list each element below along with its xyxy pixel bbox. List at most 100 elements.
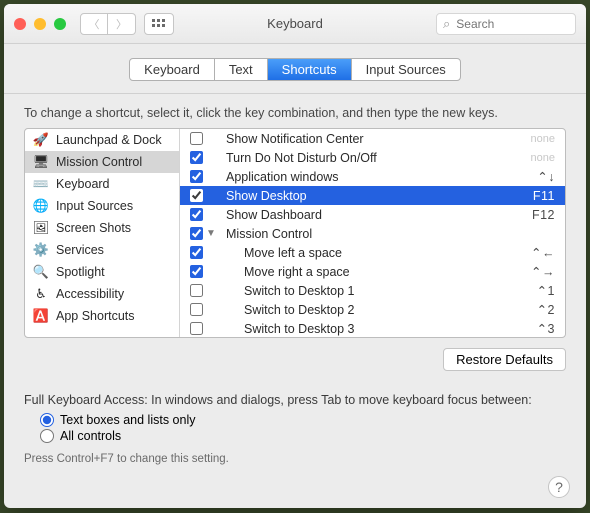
fka-radio[interactable] xyxy=(40,429,54,443)
shortcut-key[interactable]: F12 xyxy=(532,208,555,222)
shortcut-label: Move left a space xyxy=(220,246,531,260)
category-spotlight[interactable]: 🔍 Spotlight xyxy=(25,261,179,283)
shortcut-list[interactable]: Show Notification CenternoneTurn Do Not … xyxy=(180,129,565,337)
shortcut-checkbox[interactable] xyxy=(190,284,203,297)
shortcut-checkbox[interactable] xyxy=(190,227,203,240)
fka-option[interactable]: All controls xyxy=(40,429,566,443)
category-icon: 🖥 xyxy=(33,154,49,170)
shortcut-checkbox[interactable] xyxy=(190,189,203,202)
shortcut-checkbox[interactable] xyxy=(190,322,203,335)
window-controls xyxy=(14,18,66,30)
fka-option-label: All controls xyxy=(60,429,121,443)
shortcut-label: Switch to Desktop 3 xyxy=(220,322,537,336)
back-button[interactable]: 〈 xyxy=(80,13,108,35)
tab-shortcuts[interactable]: Shortcuts xyxy=(268,59,352,80)
zoom-button[interactable] xyxy=(54,18,66,30)
close-button[interactable] xyxy=(14,18,26,30)
category-input-sources[interactable]: 🌐 Input Sources xyxy=(25,195,179,217)
shortcut-checkbox[interactable] xyxy=(190,151,203,164)
shortcut-checkbox[interactable] xyxy=(190,303,203,316)
shortcut-row[interactable]: ▼Mission Control xyxy=(180,224,565,243)
titlebar: 〈 〉 Keyboard ⌕ xyxy=(4,4,586,44)
preferences-window: 〈 〉 Keyboard ⌕ KeyboardTextShortcutsInpu… xyxy=(4,4,586,508)
grid-icon xyxy=(152,19,166,29)
shortcut-checkbox[interactable] xyxy=(190,265,203,278)
tabs: KeyboardTextShortcutsInput Sources xyxy=(4,44,586,94)
full-keyboard-access-label: Full Keyboard Access: In windows and dia… xyxy=(24,393,566,407)
shortcut-key[interactable]: ⌃1 xyxy=(537,283,555,298)
shortcut-key[interactable]: ⌃↓ xyxy=(537,169,555,184)
tab-keyboard[interactable]: Keyboard xyxy=(130,59,215,80)
category-services[interactable]: ⚙️ Services xyxy=(25,239,179,261)
shortcut-label: Show Dashboard xyxy=(220,208,532,222)
fka-option-label: Text boxes and lists only xyxy=(60,413,196,427)
category-label: Mission Control xyxy=(56,155,142,169)
shortcut-ghost: none xyxy=(531,133,555,145)
shortcut-label: Show Desktop xyxy=(220,189,533,203)
category-keyboard[interactable]: ⌨️ Keyboard xyxy=(25,173,179,195)
category-icon: 🖼 xyxy=(33,220,49,236)
shortcut-key[interactable]: ⌃→ xyxy=(531,264,555,279)
shortcut-label: Switch to Desktop 1 xyxy=(220,284,537,298)
shortcut-ghost: none xyxy=(531,152,555,164)
shortcut-label: Mission Control xyxy=(220,227,555,241)
shortcut-label: Move right a space xyxy=(220,265,531,279)
category-icon: ⌨️ xyxy=(33,176,49,192)
category-list[interactable]: 🚀 Launchpad & Dock 🖥 Mission Control ⌨️ Keybo… xyxy=(25,129,180,337)
disclosure-icon: ▼ xyxy=(206,228,220,239)
category-label: Input Sources xyxy=(56,199,133,213)
shortcut-checkbox[interactable] xyxy=(190,246,203,259)
shortcut-row[interactable]: Show Notification Centernone xyxy=(180,129,565,148)
help-button[interactable]: ? xyxy=(548,476,570,498)
show-all-button[interactable] xyxy=(144,13,174,35)
shortcut-checkbox[interactable] xyxy=(190,170,203,183)
search-field[interactable]: ⌕ xyxy=(436,13,576,35)
category-label: Keyboard xyxy=(56,177,110,191)
category-label: App Shortcuts xyxy=(56,309,135,323)
category-icon: 🅰️ xyxy=(33,308,49,324)
minimize-button[interactable] xyxy=(34,18,46,30)
restore-defaults-button[interactable]: Restore Defaults xyxy=(443,348,566,371)
category-icon: ⚙️ xyxy=(33,242,49,258)
shortcut-row[interactable]: Move left a space⌃← xyxy=(180,243,565,262)
category-app-shortcuts[interactable]: 🅰️ App Shortcuts xyxy=(25,305,179,327)
tab-input-sources[interactable]: Input Sources xyxy=(352,59,460,80)
shortcut-checkbox[interactable] xyxy=(190,132,203,145)
category-screen-shots[interactable]: 🖼 Screen Shots xyxy=(25,217,179,239)
shortcut-key[interactable]: ⌃2 xyxy=(537,302,555,317)
shortcut-label: Switch to Desktop 2 xyxy=(220,303,537,317)
category-mission-control[interactable]: 🖥 Mission Control xyxy=(25,151,179,173)
shortcut-key[interactable]: ⌃3 xyxy=(537,321,555,336)
shortcut-row[interactable]: Application windows⌃↓ xyxy=(180,167,565,186)
category-icon: ♿︎ xyxy=(33,286,49,302)
shortcut-key[interactable]: F11 xyxy=(533,189,555,203)
shortcut-row[interactable]: Show DesktopF11 xyxy=(180,186,565,205)
shortcut-row[interactable]: Show DashboardF12 xyxy=(180,205,565,224)
shortcut-row[interactable]: Switch to Desktop 3⌃3 xyxy=(180,319,565,337)
fka-radio[interactable] xyxy=(40,413,54,427)
fka-hint: Press Control+F7 to change this setting. xyxy=(24,453,566,465)
category-icon: 🔍 xyxy=(33,264,49,280)
tab-text[interactable]: Text xyxy=(215,59,268,80)
shortcut-row[interactable]: Switch to Desktop 2⌃2 xyxy=(180,300,565,319)
category-icon: 🚀 xyxy=(33,132,49,148)
category-label: Spotlight xyxy=(56,265,105,279)
fka-options: Text boxes and lists only All controls xyxy=(40,413,566,445)
shortcut-key[interactable]: ⌃← xyxy=(531,245,555,260)
shortcut-label: Application windows xyxy=(220,170,537,184)
shortcut-checkbox[interactable] xyxy=(190,208,203,221)
category-label: Services xyxy=(56,243,104,257)
shortcut-row[interactable]: Switch to Desktop 1⌃1 xyxy=(180,281,565,300)
forward-button[interactable]: 〉 xyxy=(108,13,136,35)
shortcut-row[interactable]: Move right a space⌃→ xyxy=(180,262,565,281)
search-input[interactable] xyxy=(456,17,590,31)
category-label: Launchpad & Dock xyxy=(56,133,162,147)
shortcut-row[interactable]: Turn Do Not Disturb On/Offnone xyxy=(180,148,565,167)
category-accessibility[interactable]: ♿︎Accessibility xyxy=(25,283,179,305)
content: To change a shortcut, select it, click t… xyxy=(4,94,586,508)
fka-option[interactable]: Text boxes and lists only xyxy=(40,413,566,427)
category-launchpad-dock[interactable]: 🚀 Launchpad & Dock xyxy=(25,129,179,151)
category-label: Screen Shots xyxy=(56,221,131,235)
category-icon: 🌐 xyxy=(33,198,49,214)
shortcut-label: Turn Do Not Disturb On/Off xyxy=(220,151,531,165)
